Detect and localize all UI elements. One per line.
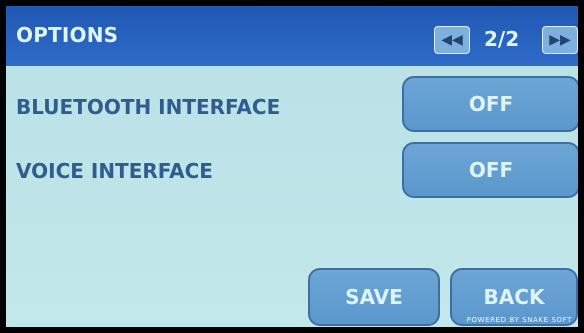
header-bar: OPTIONS ◀◀ 2/2 ▶▶ — [6, 6, 578, 66]
prev-page-button[interactable]: ◀◀ — [434, 26, 470, 54]
save-button[interactable]: SAVE — [308, 268, 440, 326]
voice-interface-label: VOICE INTERFACE — [16, 159, 213, 183]
page-title: OPTIONS — [16, 23, 119, 47]
voice-interface-value: OFF — [468, 158, 514, 182]
page-indicator: 2/2 — [484, 27, 520, 51]
save-label: SAVE — [345, 285, 403, 309]
bluetooth-interface-label: BLUETOOTH INTERFACE — [16, 95, 281, 119]
double-chevron-left-icon: ◀◀ — [441, 32, 463, 48]
bluetooth-interface-value: OFF — [468, 92, 514, 116]
next-page-button[interactable]: ▶▶ — [542, 26, 578, 54]
double-chevron-right-icon: ▶▶ — [549, 32, 571, 48]
bluetooth-interface-toggle[interactable]: OFF — [402, 76, 578, 132]
powered-by-note: POWERED BY SNAKE SOFT — [466, 316, 572, 324]
options-screen: OPTIONS ◀◀ 2/2 ▶▶ BLUETOOTH INTERFACE OF… — [6, 6, 578, 327]
back-label: BACK — [483, 285, 545, 309]
voice-interface-toggle[interactable]: OFF — [402, 142, 578, 198]
